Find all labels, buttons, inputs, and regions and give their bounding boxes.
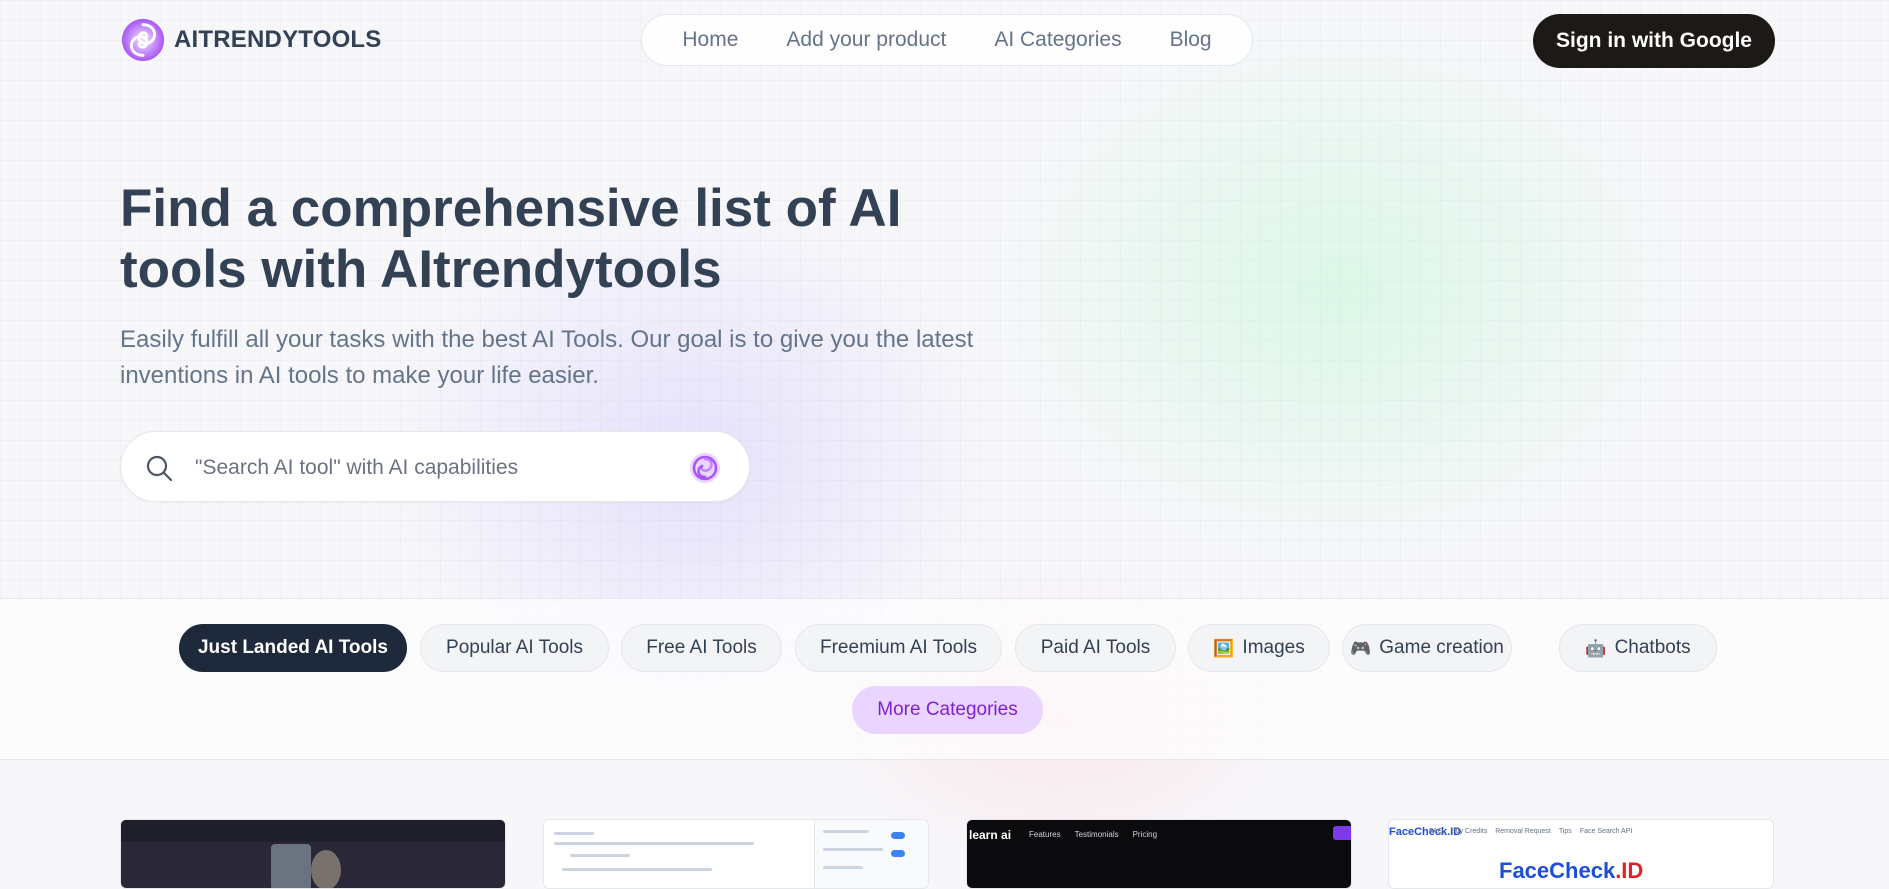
pill-label: Free AI Tools <box>646 637 757 658</box>
card-brand: learn ai <box>969 828 1012 842</box>
thumb-nav-item: Buy Credits <box>1451 828 1488 835</box>
thumb-nav-item: Face Search API <box>1579 828 1633 835</box>
tool-card[interactable]: learn ai Features Testimonials Pricing <box>966 819 1352 889</box>
tool-card[interactable] <box>543 819 929 889</box>
pill-game-creation[interactable]: 🎮 Game creation <box>1342 624 1512 672</box>
pill-chatbots[interactable]: 🤖 Chatbots <box>1559 624 1717 672</box>
pill-label: Game creation <box>1379 637 1504 658</box>
pill-label: Chatbots <box>1614 637 1691 658</box>
card-thumb-header <box>121 820 505 842</box>
card-thumb-nav: FAQ Buy Credits Removal Request Tips Fac… <box>1429 828 1632 835</box>
card-thumb-title: FaceCheck.ID <box>1499 858 1643 884</box>
pill-free[interactable]: Free AI Tools <box>621 624 782 672</box>
pill-label: More Categories <box>877 699 1018 720</box>
search-input[interactable] <box>193 450 657 486</box>
thumb-line <box>554 832 594 835</box>
card-thumb-image <box>271 844 311 888</box>
thumb-nav-item: Tips <box>1558 828 1572 835</box>
thumb-nav-item: Removal Request <box>1495 828 1551 835</box>
pill-label: Freemium AI Tools <box>820 637 977 658</box>
thumb-line <box>823 848 883 851</box>
pill-images[interactable]: 🖼️ Images <box>1188 624 1330 672</box>
search-icon <box>146 455 173 482</box>
card-thumb-image <box>311 850 341 888</box>
pill-label: Popular AI Tools <box>446 637 583 658</box>
thumb-settings-panel <box>814 820 928 888</box>
nav-ai-categories[interactable]: AI Categories <box>970 28 1145 52</box>
pill-label: Images <box>1242 637 1305 658</box>
thumb-toggle <box>891 832 905 839</box>
pill-popular[interactable]: Popular AI Tools <box>420 624 609 672</box>
title-part: .ID <box>1615 858 1644 883</box>
nav-home[interactable]: Home <box>658 28 762 52</box>
brand-logo[interactable]: AITRENDYTOOLS <box>120 17 382 63</box>
hero-title: Find a comprehensive list of AI tools wi… <box>120 179 902 299</box>
category-filter-band <box>0 598 1889 760</box>
nav-blog[interactable]: Blog <box>1146 28 1236 52</box>
thumb-line <box>823 830 869 833</box>
ai-swirl-icon[interactable] <box>689 452 721 484</box>
robot-icon: 🤖 <box>1585 638 1607 658</box>
thumb-line <box>823 866 863 869</box>
pill-label: Paid AI Tools <box>1040 637 1151 658</box>
thumb-line <box>562 868 712 871</box>
pill-paid[interactable]: Paid AI Tools <box>1015 624 1176 672</box>
main-nav: Home Add your product AI Categories Blog <box>641 14 1253 66</box>
hero-subtitle: Easily fulfill all your tasks with the b… <box>120 326 974 389</box>
search-bar <box>120 431 750 502</box>
nav-add-product[interactable]: Add your product <box>762 28 970 52</box>
title-part: FaceCheck <box>1499 858 1616 883</box>
thumb-nav-item: Testimonials <box>1074 830 1119 839</box>
pill-label: Just Landed AI Tools <box>197 637 388 658</box>
thumb-nav-item: FAQ <box>1429 828 1444 835</box>
thumb-line <box>554 842 754 845</box>
more-categories-button[interactable]: More Categories <box>852 686 1043 734</box>
card-thumb-nav: Features Testimonials Pricing <box>1029 830 1157 839</box>
images-icon: 🖼️ <box>1213 638 1235 658</box>
tool-card[interactable] <box>120 819 506 889</box>
tool-card[interactable]: FaceCheck.ID FAQ Buy Credits Removal Req… <box>1388 819 1774 889</box>
thumb-line <box>570 854 630 857</box>
pill-freemium[interactable]: Freemium AI Tools <box>795 624 1002 672</box>
sign-in-google-button[interactable]: Sign in with Google <box>1533 14 1775 68</box>
thumb-toggle <box>891 850 905 857</box>
thumb-cta-button <box>1333 826 1351 840</box>
swirl-logo-icon <box>121 18 165 62</box>
background-glow-green <box>980 10 1700 570</box>
gamepad-icon: 🎮 <box>1350 638 1372 658</box>
thumb-nav-item: Pricing <box>1132 830 1158 839</box>
thumb-nav-item: Features <box>1029 830 1061 839</box>
pill-just-landed[interactable]: Just Landed AI Tools <box>179 624 407 672</box>
brand-name: AITRENDYTOOLS <box>174 26 382 53</box>
